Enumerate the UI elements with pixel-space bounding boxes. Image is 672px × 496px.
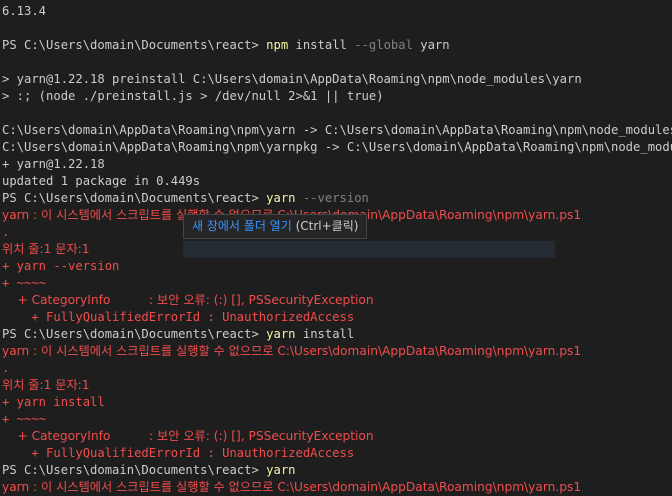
terminal-line: C:\Users\domain\AppData\Roaming\npm\yarn…	[2, 139, 672, 156]
terminal-text: + yarn --version	[2, 259, 120, 273]
terminal-text: > yarn@1.22.18 preinstall C:\Users\domai…	[2, 72, 582, 86]
terminal-line: updated 1 package in 0.449s	[2, 173, 672, 190]
terminal-text: yarn	[266, 191, 296, 205]
terminal-line: PS C:\Users\domain\Documents\react> yarn…	[2, 190, 672, 207]
terminal-text: --version	[295, 191, 369, 205]
terminal-line: + CategoryInfo : 보안 오류: (:) [], PSSecuri…	[2, 292, 672, 309]
link-hover-highlight	[183, 241, 555, 258]
terminal-text: PS C:\Users\domain\Documents\react>	[2, 38, 267, 52]
terminal-text: + FullyQualifiedErrorId : UnauthorizedAc…	[2, 446, 355, 460]
terminal-text: PS C:\Users\domain\Documents\react>	[2, 327, 267, 341]
terminal-text: PS C:\Users\domain\Documents\react>	[2, 191, 267, 205]
terminal-text: install	[288, 38, 355, 52]
terminal-line: > yarn@1.22.18 preinstall C:\Users\domai…	[2, 71, 672, 88]
terminal-text: yarn	[266, 327, 296, 341]
terminal-text: + CategoryInfo : 보안 오류: (:) [], PSSecuri…	[2, 429, 374, 443]
terminal-text: npm	[266, 38, 289, 52]
open-folder-link[interactable]: 새 장에서 폴더 열기	[192, 219, 292, 233]
terminal-line: 6.13.4	[2, 3, 672, 20]
terminal-text: + CategoryInfo : 보안 오류: (:) [], PSSecuri…	[2, 293, 374, 307]
terminal-text: C:\Users\domain\AppData\Roaming\npm\yarn…	[2, 140, 672, 154]
terminal-text: yarn : 이 시스템에서 스크립트를 실행할 수 없으므로 C:\Users…	[2, 480, 582, 494]
terminal-line: + FullyQualifiedErrorId : UnauthorizedAc…	[2, 445, 672, 462]
terminal-line: yarn : 이 시스템에서 스크립트를 실행할 수 없으므로 C:\Users…	[2, 479, 672, 496]
terminal-text: yarn	[412, 38, 450, 52]
terminal-text: 위치 줄:1 문자:1	[2, 378, 90, 392]
terminal-text: yarn	[266, 463, 296, 477]
terminal-line: + CategoryInfo : 보안 오류: (:) [], PSSecuri…	[2, 428, 672, 445]
terminal-line: yarn : 이 시스템에서 스크립트를 실행할 수 없으므로 C:\Users…	[2, 343, 672, 360]
terminal-text: + FullyQualifiedErrorId : UnauthorizedAc…	[2, 310, 355, 324]
terminal-line: PS C:\Users\domain\Documents\react> npm …	[2, 37, 672, 54]
terminal-line: 위치 줄:1 문자:1	[2, 377, 672, 394]
terminal-text: .	[2, 225, 10, 239]
link-tooltip: 새 장에서 폴더 열기 (Ctrl+클릭)	[183, 214, 368, 239]
terminal-text: updated 1 package in 0.449s	[2, 174, 201, 188]
terminal-text: --global	[354, 38, 413, 52]
terminal-line: .	[2, 360, 672, 377]
terminal-line: + yarn --version	[2, 258, 672, 275]
tooltip-shortcut: (Ctrl+클릭)	[291, 219, 359, 233]
terminal-line: C:\Users\domain\AppData\Roaming\npm\yarn…	[2, 122, 672, 139]
terminal-line: + yarn@1.22.18	[2, 156, 672, 173]
terminal-text: + yarn install	[2, 395, 105, 409]
terminal-line: + yarn install	[2, 394, 672, 411]
terminal-text: + yarn@1.22.18	[2, 157, 105, 171]
terminal-line: PS C:\Users\domain\Documents\react> yarn…	[2, 326, 672, 343]
terminal-line: > :; (node ./preinstall.js > /dev/null 2…	[2, 88, 672, 105]
terminal-text: install	[295, 327, 355, 341]
terminal-text: .	[2, 361, 10, 375]
terminal-text: 6.13.4	[2, 4, 47, 18]
terminal-text: 위치 줄:1 문자:1	[2, 242, 90, 256]
terminal-line: + ~~~~	[2, 411, 672, 428]
terminal-line: + FullyQualifiedErrorId : UnauthorizedAc…	[2, 309, 672, 326]
terminal-text: + ~~~~	[2, 276, 47, 290]
terminal-text: yarn : 이 시스템에서 스크립트를 실행할 수 없으므로 C:\Users…	[2, 344, 582, 358]
terminal-line: + ~~~~	[2, 275, 672, 292]
terminal-text: + ~~~~	[2, 412, 47, 426]
terminal-text: > :; (node ./preinstall.js > /dev/null 2…	[2, 89, 384, 103]
terminal-text: C:\Users\domain\AppData\Roaming\npm\yarn…	[2, 123, 672, 137]
terminal-text: PS C:\Users\domain\Documents\react>	[2, 463, 267, 477]
terminal-line: PS C:\Users\domain\Documents\react> yarn	[2, 462, 672, 479]
